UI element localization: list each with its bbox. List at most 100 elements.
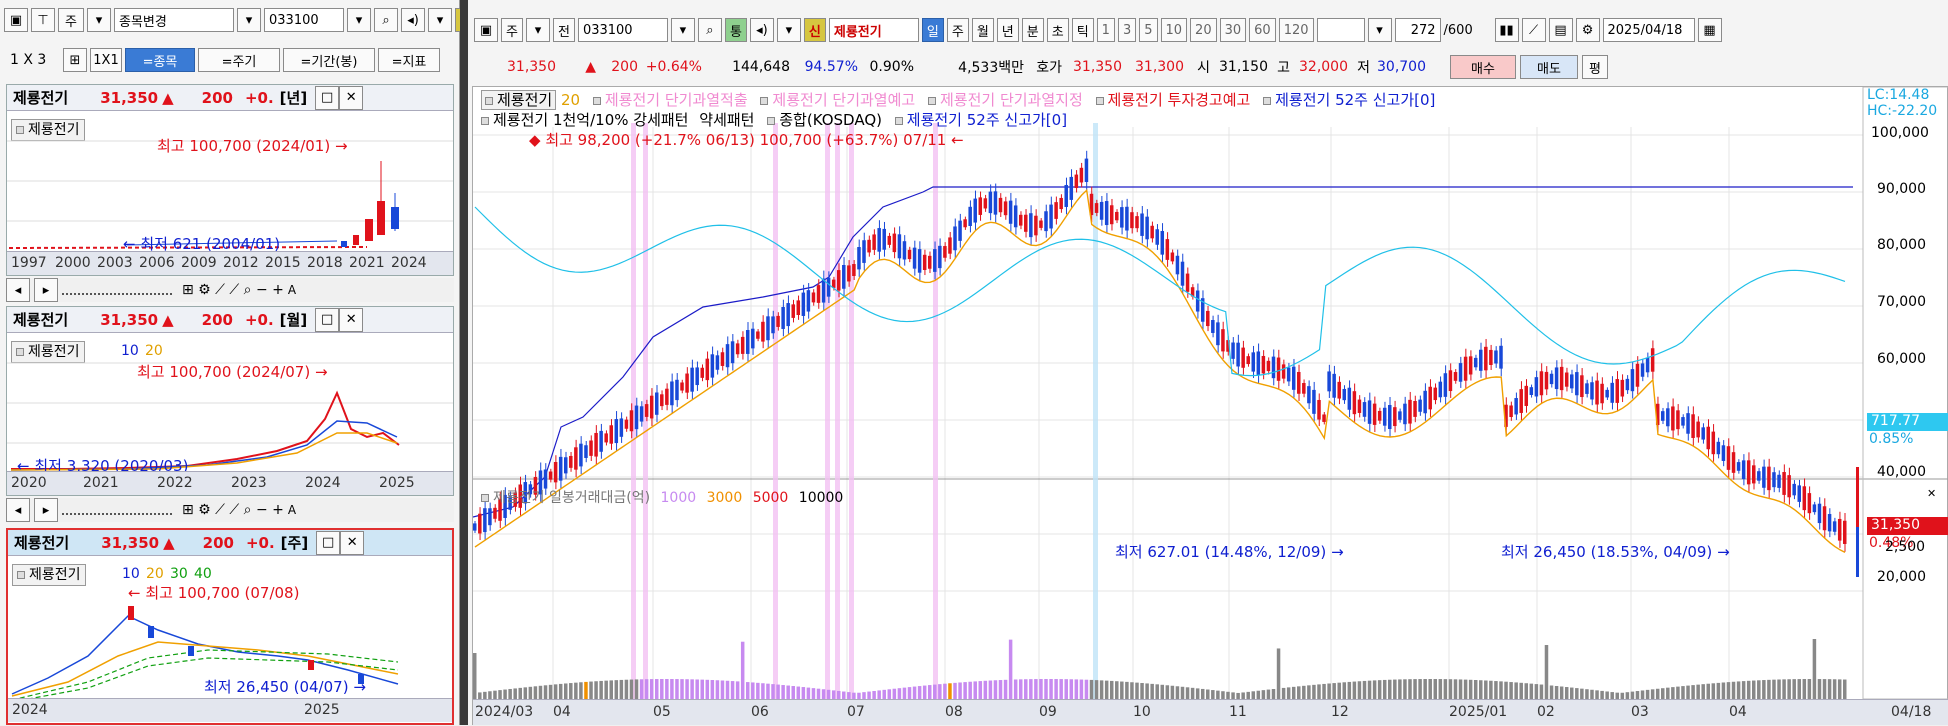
zoom-slider[interactable]	[62, 285, 172, 295]
main-chart-area: ▣ 주 ▾ 전 033100 ▾ ⌕ 통 ◂) ▾ 신 제룡전기 일 주 월 년…	[468, 0, 1948, 725]
close-icon[interactable]: ✕	[340, 530, 365, 555]
candle-up	[1706, 426, 1711, 450]
num-1[interactable]: 1	[1096, 18, 1115, 42]
stock-type-select[interactable]: 주	[58, 8, 84, 32]
window-icon[interactable]: ▣	[474, 18, 498, 42]
stock-name-field[interactable]: 제룡전기	[828, 18, 919, 42]
tong-button[interactable]: 통	[724, 18, 747, 42]
legend-item[interactable]: 제룡전기 1천억/10% 강세패턴	[481, 111, 688, 129]
code-input[interactable]: 033100	[577, 18, 668, 42]
chart-tools-icon[interactable]: ⊞ ⚙ ⟋ ⟋ ⌕ − +	[182, 282, 284, 298]
speaker-icon[interactable]: ◂)	[749, 18, 774, 42]
candle-up	[1357, 399, 1362, 413]
maximize-icon[interactable]: □	[315, 307, 340, 332]
text-tool-icon[interactable]: A	[288, 503, 296, 517]
code-dropdown-icon[interactable]: ▾	[347, 8, 371, 32]
zoom-slider[interactable]	[62, 505, 172, 515]
code-dropdown-icon[interactable]: ▾	[670, 18, 695, 42]
scroll-right-icon[interactable]: ▸	[34, 498, 58, 522]
tab-indicator[interactable]: =지표	[378, 48, 440, 72]
new-button[interactable]: 신	[803, 18, 826, 42]
legend-item[interactable]: 제룡전기	[481, 90, 557, 110]
speaker-icon[interactable]: ◂)	[401, 8, 425, 32]
num-10[interactable]: 10	[1160, 18, 1188, 42]
jeon-button[interactable]: 전	[552, 18, 575, 42]
one-by-one-button[interactable]: 1X1	[90, 48, 122, 72]
maximize-icon[interactable]: □	[315, 85, 340, 110]
volume-bar	[1039, 679, 1043, 699]
candle-tool-icon[interactable]: ▮▮	[1494, 18, 1519, 42]
line-tool-icon[interactable]: ⟋	[1521, 18, 1546, 42]
stock-chip[interactable]: 제룡전기	[12, 564, 86, 586]
maximize-icon[interactable]: □	[316, 530, 341, 555]
tab-stock[interactable]: =종목	[125, 48, 195, 72]
window-icon[interactable]: ▣	[4, 8, 28, 32]
legend-item[interactable]: 약세패턴	[699, 111, 754, 129]
speaker-dropdown-icon[interactable]: ▾	[428, 8, 452, 32]
legend-item[interactable]: 종합(KOSDAQ)	[767, 111, 882, 129]
count-input[interactable]: 272	[1394, 18, 1441, 42]
num-20[interactable]: 20	[1190, 18, 1217, 42]
mode-dropdown-icon[interactable]: ▾	[237, 8, 261, 32]
close-icon[interactable]: ✕	[339, 85, 364, 110]
save-icon[interactable]: ▤	[1548, 18, 1573, 42]
period-second[interactable]: 초	[1046, 18, 1069, 42]
date-input[interactable]: 2025/04/18	[1602, 18, 1695, 42]
interval-dropdown-icon[interactable]: ▾	[1367, 18, 1392, 42]
buy-button[interactable]: 매수	[1450, 55, 1516, 79]
num-5[interactable]: 5	[1139, 18, 1158, 42]
legend-item[interactable]: 제룡전기 단기과열적출	[592, 91, 748, 109]
candle-up	[1221, 329, 1225, 352]
scroll-left-icon[interactable]: ◂	[6, 498, 30, 522]
num-60[interactable]: 60	[1249, 18, 1276, 42]
interval-input[interactable]	[1316, 18, 1365, 42]
tab-period[interactable]: =주기	[198, 48, 280, 72]
candle-up	[1054, 202, 1058, 219]
period-month[interactable]: 월	[971, 18, 994, 42]
close-icon[interactable]: ✕	[339, 307, 364, 332]
legend-item[interactable]: 제룡전기 52주 신고가[0]	[1263, 91, 1435, 109]
chevron-down-icon[interactable]: ▾	[525, 18, 550, 42]
calendar-icon[interactable]: ▦	[1697, 18, 1722, 42]
period-week[interactable]: 주	[946, 18, 969, 42]
scroll-left-icon[interactable]: ◂	[6, 278, 30, 302]
legend-item[interactable]: 제룡전기 단기과열예고	[760, 91, 915, 109]
gear-icon[interactable]: ⚙	[1575, 18, 1600, 42]
sell-button[interactable]: 매도	[1520, 55, 1578, 79]
month-scrollbar[interactable]: ◂ ▸ ⊞ ⚙ ⟋ ⟋ ⌕ − + A	[6, 498, 454, 522]
period-day[interactable]: 일	[921, 18, 944, 42]
ma-label: 10	[122, 566, 140, 582]
candle-up	[1261, 355, 1266, 374]
legend-item[interactable]: 제룡전기 단기과열지정	[927, 91, 1083, 109]
year-scrollbar[interactable]: ◂ ▸ ⊞ ⚙ ⟋ ⟋ ⌕ − + A	[6, 278, 454, 302]
scroll-right-icon[interactable]: ▸	[34, 278, 58, 302]
candle-down	[1736, 462, 1741, 471]
volume-bar	[1024, 679, 1028, 699]
text-tool-icon[interactable]: A	[288, 283, 296, 297]
code-input[interactable]: 033100	[264, 8, 344, 32]
mode-select[interactable]: 종목변경	[114, 8, 234, 32]
pin-icon[interactable]: ⊤	[31, 8, 55, 32]
volume-bar	[983, 680, 988, 699]
volume-bar	[498, 690, 502, 699]
speaker-dropdown-icon[interactable]: ▾	[776, 18, 801, 42]
chevron-down-icon[interactable]: ▾	[87, 8, 111, 32]
search-icon[interactable]: ⌕	[697, 18, 722, 42]
search-icon[interactable]: ⌕	[374, 8, 398, 32]
period-minute[interactable]: 분	[1021, 18, 1044, 42]
eval-button[interactable]: 평	[1582, 55, 1608, 79]
legend-item[interactable]: 제룡전기 52주 신고가[0]	[894, 111, 1067, 129]
tab-range[interactable]: =기간(봉)	[283, 48, 375, 72]
num-30[interactable]: 30	[1219, 18, 1247, 42]
volume-bar	[1074, 679, 1079, 699]
period-year[interactable]: 년	[996, 18, 1019, 42]
chart-tools-icon[interactable]: ⊞ ⚙ ⟋ ⟋ ⌕ − +	[182, 502, 284, 518]
close-icon[interactable]: ✕	[1927, 487, 1936, 500]
period-tick[interactable]: 틱	[1071, 18, 1094, 42]
splitter[interactable]	[460, 0, 468, 725]
num-120[interactable]: 120	[1278, 18, 1314, 42]
legend-item[interactable]: 제룡전기 투자경고예고	[1095, 91, 1250, 109]
num-3[interactable]: 3	[1117, 18, 1137, 42]
grid-icon[interactable]: ⊞	[63, 48, 87, 72]
stock-type-select[interactable]: 주	[501, 18, 523, 42]
